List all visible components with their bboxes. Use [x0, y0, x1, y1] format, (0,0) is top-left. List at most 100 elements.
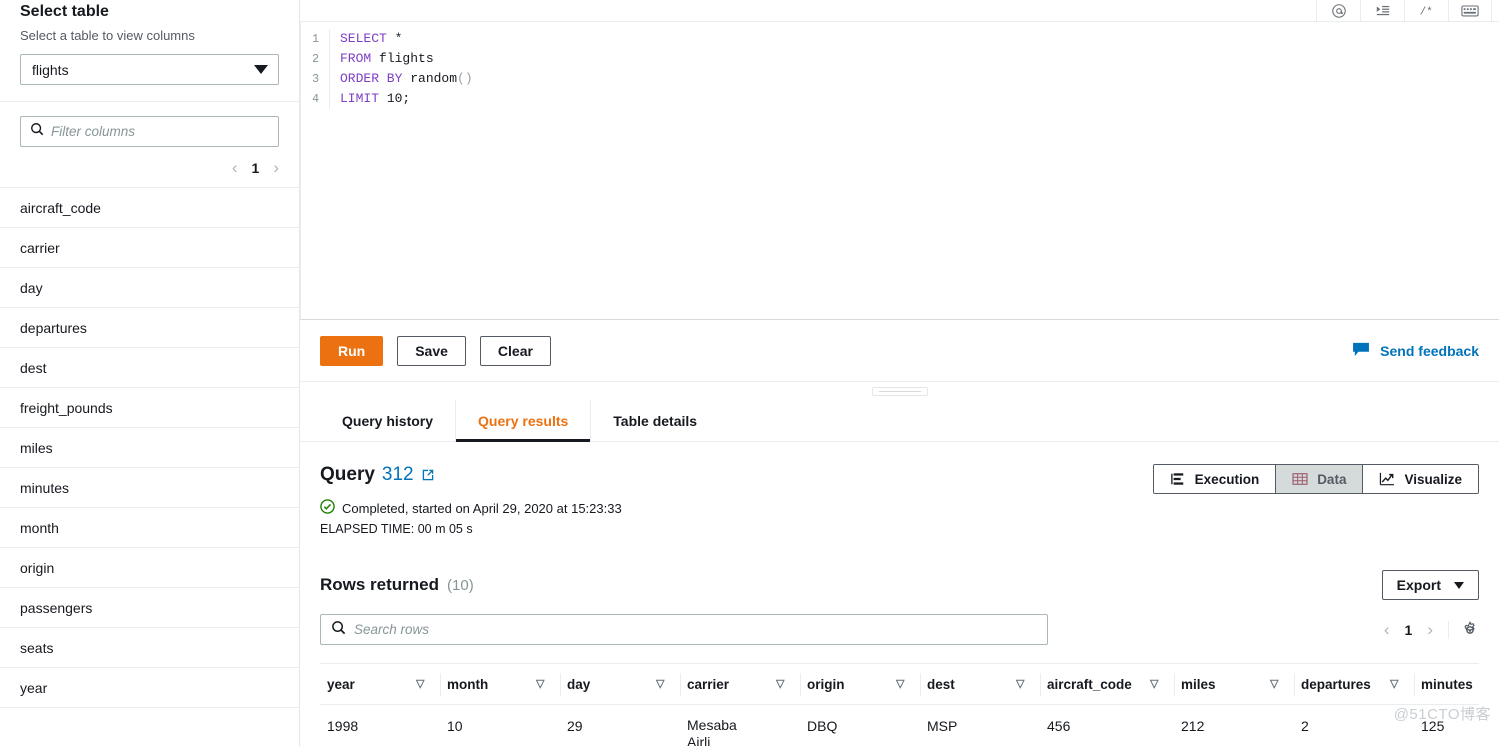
column-list-item[interactable]: seats — [0, 628, 299, 668]
table-header-month[interactable]: month — [440, 664, 560, 705]
filter-triangle-icon[interactable] — [1016, 679, 1028, 690]
table-cell-departures: 2 — [1294, 705, 1414, 746]
tab-label: Query results — [478, 412, 569, 429]
chevron-down-icon — [254, 65, 268, 74]
comment-icon[interactable]: /* — [1404, 0, 1448, 21]
table-header-departures[interactable]: departures — [1294, 664, 1414, 705]
column-list-item[interactable]: year — [0, 668, 299, 708]
column-name: carrier — [20, 239, 60, 256]
view-toggle-label: Execution — [1194, 471, 1260, 487]
query-title-prefix: Query — [320, 464, 375, 485]
panel-splitter[interactable] — [300, 382, 1499, 400]
column-list-item[interactable]: dest — [0, 348, 299, 388]
clear-button[interactable]: Clear — [479, 335, 551, 366]
table-header-minutes[interactable]: minutes — [1414, 664, 1499, 705]
table-header-miles[interactable]: miles — [1174, 664, 1294, 705]
column-list-item[interactable]: month — [0, 508, 299, 548]
save-button[interactable]: Save — [397, 335, 466, 366]
results-tabs: Query history Query results Table details — [300, 400, 1499, 442]
query-summary: Query 312 Completed, started on April 29… — [320, 442, 1479, 536]
filter-columns-wrapper[interactable] — [20, 116, 279, 147]
splitter-handle[interactable] — [871, 386, 928, 396]
filter-triangle-icon[interactable] — [416, 679, 428, 690]
sidebar-prev-page-button[interactable]: ‹ — [232, 159, 238, 176]
column-name: year — [20, 679, 48, 696]
code-text: SELECT * — [329, 29, 1499, 49]
chart-icon — [1379, 472, 1395, 486]
send-feedback-label: Send feedback — [1380, 342, 1479, 359]
execution-icon — [1170, 472, 1186, 486]
table-header-label: miles — [1181, 677, 1216, 692]
filter-triangle-icon[interactable] — [896, 679, 908, 690]
external-link-icon[interactable] — [421, 468, 435, 482]
column-name: day — [20, 279, 43, 296]
table-cell-dest: MSP — [920, 705, 1040, 746]
column-list-item[interactable]: departures — [0, 308, 299, 348]
filter-triangle-icon[interactable] — [776, 679, 788, 690]
column-list-item[interactable]: minutes — [0, 468, 299, 508]
column-list-item[interactable]: origin — [0, 548, 299, 588]
results-prev-page-button[interactable]: ‹ — [1384, 621, 1390, 638]
column-name: minutes — [20, 479, 70, 496]
view-toggle-execution[interactable]: Execution — [1153, 465, 1276, 493]
table-header-day[interactable]: day — [560, 664, 680, 705]
keyboard-icon[interactable] — [1448, 0, 1492, 21]
table-header-carrier[interactable]: carrier — [680, 664, 800, 705]
view-toggle-visualize[interactable]: Visualize — [1362, 465, 1478, 493]
tab-table-details[interactable]: Table details — [590, 400, 719, 441]
code-line: 1 SELECT * — [301, 29, 1499, 49]
filter-triangle-icon[interactable] — [1270, 679, 1282, 690]
view-toggle-data[interactable]: Data — [1275, 465, 1363, 493]
indent-icon[interactable] — [1360, 0, 1404, 21]
rows-search-row: ‹ 1 › — [320, 614, 1479, 645]
cell-value: 212 — [1181, 717, 1205, 734]
search-rows-wrapper[interactable] — [320, 614, 1048, 645]
table-header-year[interactable]: year — [320, 664, 440, 705]
column-list-item[interactable]: aircraft_code — [0, 188, 299, 228]
cell-value: 456 — [1047, 717, 1071, 734]
column-list-item[interactable]: carrier — [0, 228, 299, 268]
export-label: Export — [1396, 577, 1441, 593]
export-button[interactable]: Export — [1381, 570, 1479, 600]
results-table-body: 1998 10 29 Mesaba Airli DBQ MSP 456 212 2 125 — [320, 705, 1479, 746]
table-header-origin[interactable]: origin — [800, 664, 920, 705]
table-select[interactable]: flights — [20, 54, 279, 85]
sidebar-next-page-button[interactable]: › — [273, 159, 279, 176]
column-list-item[interactable]: miles — [0, 428, 299, 468]
editor-actions: Run Save Clear Send feedback — [300, 320, 1499, 382]
filter-triangle-icon[interactable] — [536, 679, 548, 690]
column-list-item[interactable]: day — [0, 268, 299, 308]
sql-editor[interactable]: 1 SELECT * 2 FROM flights 3 ORDER BY random()… — [300, 22, 1499, 320]
svg-text:/*: /* — [1419, 6, 1432, 18]
table-header-dest[interactable]: dest — [920, 664, 1040, 705]
filter-columns-input[interactable] — [51, 124, 270, 139]
tab-query-results[interactable]: Query results — [455, 400, 591, 442]
table-header-label: aircraft_code — [1047, 677, 1132, 692]
send-feedback-link[interactable]: Send feedback — [1352, 342, 1479, 360]
gear-icon[interactable] — [1448, 620, 1479, 639]
column-list-item[interactable]: freight_pounds — [0, 388, 299, 428]
at-icon[interactable] — [1316, 0, 1360, 21]
table-header-label: dest — [927, 677, 955, 692]
query-summary-left: Query 312 Completed, started on April 29… — [320, 464, 1153, 536]
column-list-item[interactable]: passengers — [0, 588, 299, 628]
cell-value: Mesaba Airli — [687, 717, 737, 746]
column-list: aircraft_codecarrier day departures dest fre… — [0, 187, 299, 708]
run-button[interactable]: Run — [320, 335, 384, 366]
table-cell-year: 1998 — [320, 705, 440, 746]
table-cell-minutes: 125 — [1414, 705, 1499, 746]
app-root: Select table Select a table to view colu… — [0, 0, 1499, 746]
table-header-label: origin — [807, 677, 845, 692]
search-rows-input[interactable] — [354, 622, 1039, 637]
code-line: 2 FROM flights — [301, 49, 1499, 69]
filter-triangle-icon[interactable] — [1150, 679, 1162, 690]
query-id-link[interactable]: 312 — [382, 464, 414, 486]
line-number: 4 — [312, 92, 319, 106]
table-header-label: minutes — [1421, 677, 1473, 692]
table-header-aircraft_code[interactable]: aircraft_code — [1040, 664, 1174, 705]
filter-triangle-icon[interactable] — [1390, 679, 1402, 690]
table-cell-carrier: Mesaba Airli — [680, 705, 800, 746]
results-next-page-button[interactable]: › — [1427, 621, 1433, 638]
filter-triangle-icon[interactable] — [656, 679, 668, 690]
tab-query-history[interactable]: Query history — [320, 400, 455, 441]
